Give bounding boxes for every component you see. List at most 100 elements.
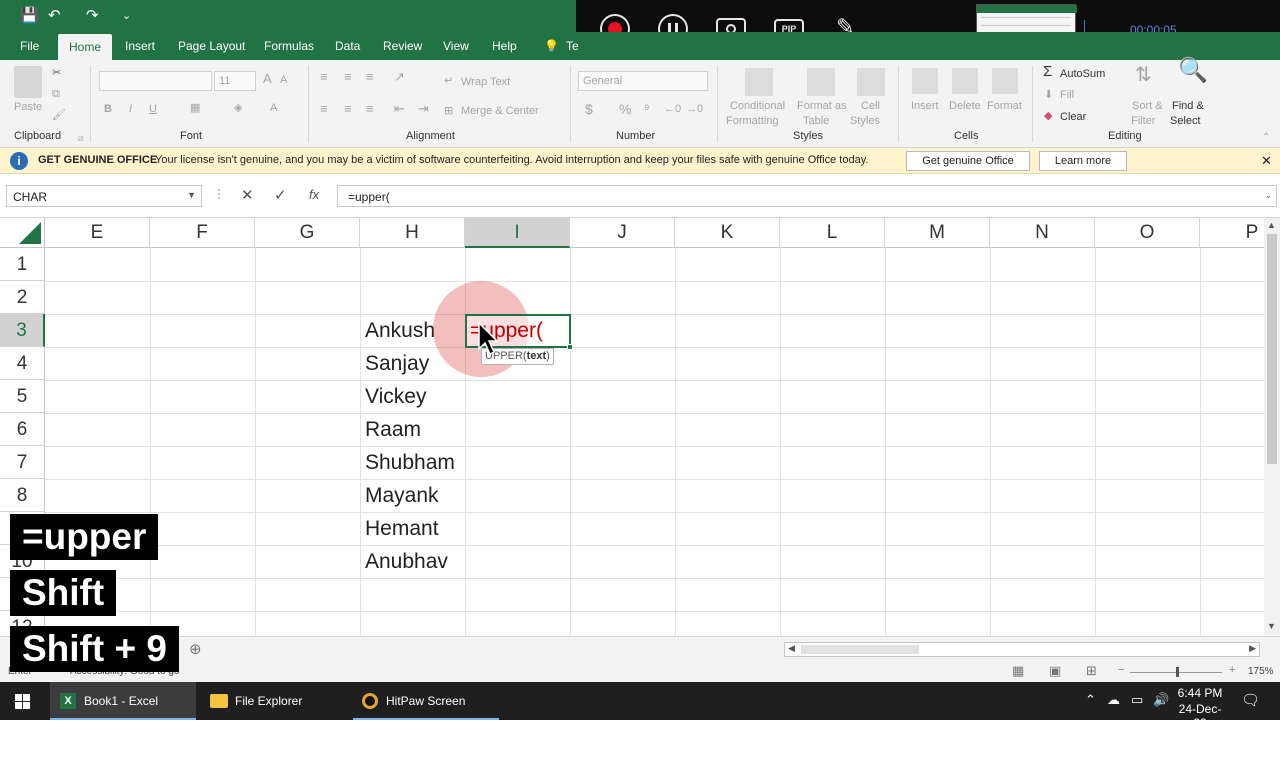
autosum-button[interactable]: AutoSum <box>1060 67 1105 81</box>
font-name-box[interactable] <box>99 71 212 91</box>
confirm-entry-icon[interactable]: ✓ <box>274 186 287 204</box>
format-as-table-button[interactable]: Format as <box>797 99 847 113</box>
format-cells-button[interactable]: Format <box>987 99 1022 113</box>
column-header-e[interactable]: E <box>45 218 150 248</box>
format-painter-icon[interactable]: 🖌 <box>52 108 66 122</box>
column-header-n[interactable]: N <box>990 218 1095 248</box>
redo-icon[interactable]: ↷ <box>86 6 99 26</box>
borders-icon[interactable]: ▦ <box>190 101 200 115</box>
scrollbar-thumb[interactable] <box>1267 234 1277 464</box>
customize-quick-access-icon[interactable]: ⌄ <box>122 6 131 26</box>
tab-data[interactable]: Data <box>327 32 368 60</box>
tab-tell-me[interactable]: Te <box>558 32 587 60</box>
fill-icon[interactable]: ⬇ <box>1044 88 1053 102</box>
network-icon[interactable]: ▭ <box>1131 692 1143 708</box>
column-header-i[interactable]: I <box>465 218 570 248</box>
taskbar-item-file-explorer[interactable]: File Explorer <box>201 682 347 720</box>
vertical-scrollbar[interactable]: ▲ ▼ <box>1264 218 1280 636</box>
column-header-h[interactable]: H <box>360 218 465 248</box>
onedrive-icon[interactable]: ☁ <box>1107 692 1120 708</box>
normal-view-icon[interactable]: ▦ <box>1012 663 1024 679</box>
number-format-box[interactable]: General <box>578 71 708 91</box>
fill-button[interactable]: Fill <box>1060 88 1074 102</box>
align-left-icon[interactable]: ≡ <box>320 102 328 116</box>
delete-cells-icon[interactable] <box>952 68 978 94</box>
learn-more-button[interactable]: Learn more <box>1039 151 1127 171</box>
sort-filter-button[interactable]: Sort & <box>1132 99 1163 113</box>
decrease-font-icon[interactable]: A <box>280 73 287 87</box>
select-all-button[interactable] <box>0 218 45 248</box>
increase-decimal-icon[interactable]: ←0 <box>664 102 681 116</box>
chevron-down-icon[interactable]: ▼ <box>187 190 196 200</box>
percent-button[interactable]: % <box>619 102 631 116</box>
column-header-f[interactable]: F <box>150 218 255 248</box>
windows-start-icon[interactable] <box>15 694 31 710</box>
name-box[interactable]: CHAR ▼ <box>6 185 202 207</box>
row-header-4[interactable]: 4 <box>0 347 45 380</box>
row-header-3[interactable]: 3 <box>0 314 45 347</box>
tab-file[interactable]: File <box>12 32 47 60</box>
cell-h3[interactable]: Ankush <box>365 314 435 347</box>
horizontal-scrollbar[interactable]: ◀ ▶ <box>784 642 1260 657</box>
cell-h7[interactable]: Shubham <box>365 446 455 479</box>
column-header-m[interactable]: M <box>885 218 990 248</box>
page-break-view-icon[interactable]: ⊞ <box>1086 663 1097 679</box>
cell-h4[interactable]: Sanjay <box>365 347 429 380</box>
insert-function-icon[interactable]: fx <box>309 187 319 202</box>
page-layout-view-icon[interactable]: ▣ <box>1049 663 1061 679</box>
fill-color-icon[interactable]: ◈ <box>234 101 242 115</box>
font-size-box[interactable]: 11 <box>214 71 256 91</box>
wrap-text-icon[interactable]: ↵ <box>444 74 453 88</box>
tab-insert[interactable]: Insert <box>117 32 163 60</box>
font-color-icon[interactable]: A <box>270 101 277 115</box>
scroll-down-icon[interactable]: ▼ <box>1267 621 1276 631</box>
tab-home[interactable]: Home <box>58 34 113 60</box>
row-header-2[interactable]: 2 <box>0 281 45 314</box>
orientation-icon[interactable]: ↗ <box>394 70 405 84</box>
format-as-table-icon[interactable] <box>807 68 835 96</box>
align-center-icon[interactable]: ≡ <box>344 102 352 116</box>
column-header-o[interactable]: O <box>1095 218 1200 248</box>
align-right-icon[interactable]: ≡ <box>366 102 374 116</box>
save-icon[interactable]: 💾 <box>20 6 39 26</box>
taskbar-item-hitpaw[interactable]: HitPaw Screen Rec... <box>353 682 499 746</box>
zoom-in-icon[interactable]: + <box>1229 664 1235 676</box>
horizontal-scrollbar-thumb[interactable] <box>801 645 919 654</box>
align-top-icon[interactable]: ≡ <box>320 70 328 84</box>
increase-indent-icon[interactable]: ⇥ <box>418 102 429 116</box>
delete-cells-button[interactable]: Delete <box>949 99 981 113</box>
scroll-left-icon[interactable]: ◀ <box>788 643 795 654</box>
cell-h8[interactable]: Mayank <box>365 479 439 512</box>
row-header-6[interactable]: 6 <box>0 413 45 446</box>
cell-h10[interactable]: Anubhav <box>365 545 448 578</box>
tab-help[interactable]: Help <box>484 32 525 60</box>
tab-view[interactable]: View <box>435 32 477 60</box>
fill-handle[interactable] <box>567 344 573 350</box>
scroll-right-icon[interactable]: ▶ <box>1249 643 1256 654</box>
italic-button[interactable]: I <box>129 102 132 116</box>
clear-button[interactable]: Clear <box>1060 110 1086 124</box>
autosum-icon[interactable]: Σ <box>1043 64 1052 79</box>
decrease-decimal-icon[interactable]: →0 <box>686 102 703 116</box>
clear-icon[interactable]: ◆ <box>1044 109 1052 123</box>
find-select-icon[interactable]: 🔍 <box>1178 59 1208 83</box>
worksheet-grid[interactable]: E F G H I J K L M N O P 1 2 3 4 5 6 7 8 … <box>0 218 1264 636</box>
zoom-slider-thumb[interactable] <box>1176 667 1179 677</box>
cell-h6[interactable]: Raam <box>365 413 421 446</box>
sort-filter-icon[interactable]: ⇅ <box>1135 65 1152 85</box>
cell-styles-icon[interactable] <box>857 68 885 96</box>
zoom-out-icon[interactable]: − <box>1118 664 1124 676</box>
collapse-ribbon-icon[interactable]: ⌃ <box>1262 131 1270 145</box>
tab-formulas[interactable]: Formulas <box>256 32 322 60</box>
row-header-8[interactable]: 8 <box>0 479 45 512</box>
format-cells-icon[interactable] <box>992 68 1018 94</box>
align-middle-icon[interactable]: ≡ <box>344 70 352 84</box>
close-icon[interactable]: ✕ <box>1261 153 1272 169</box>
cell-h5[interactable]: Vickey <box>365 380 426 413</box>
row-header-1[interactable]: 1 <box>0 248 45 281</box>
clipboard-launcher-icon[interactable]: ⧄ <box>78 131 84 145</box>
column-header-k[interactable]: K <box>675 218 780 248</box>
row-header-5[interactable]: 5 <box>0 380 45 413</box>
notification-icon[interactable]: 🗨 <box>1241 691 1260 709</box>
column-header-l[interactable]: L <box>780 218 885 248</box>
